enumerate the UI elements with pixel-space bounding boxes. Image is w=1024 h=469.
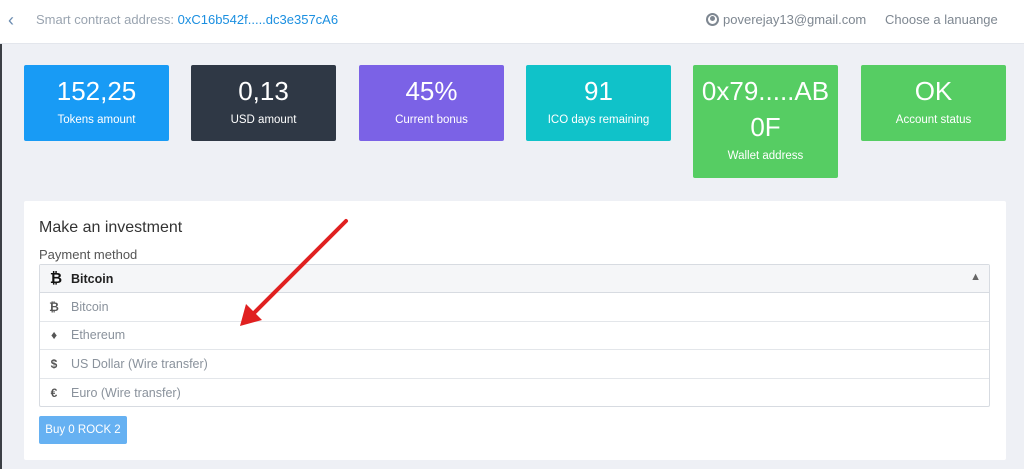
stat-label: Account status: [895, 114, 972, 126]
stat-label: Current bonus: [395, 114, 468, 126]
stat-label: Tokens amount: [57, 114, 136, 126]
option-label: US Dollar (Wire transfer): [71, 356, 208, 371]
payment-method-label: Payment method: [39, 247, 138, 262]
stat-card-usd: 0,13 USD amount: [191, 65, 336, 141]
stat-value: 45%: [405, 76, 458, 106]
language-selector[interactable]: Choose a lanuange: [885, 12, 998, 27]
stat-value: 152,25: [56, 76, 137, 106]
buy-button[interactable]: Buy 0 ROCK 2: [39, 416, 127, 444]
option-euro[interactable]: € Euro (Wire transfer): [40, 379, 989, 408]
chevron-left-icon[interactable]: ‹: [8, 11, 22, 29]
dollar-icon: $: [50, 356, 58, 371]
option-label: Ethereum: [71, 328, 126, 343]
option-bitcoin[interactable]: ₿ Bitcoin: [40, 293, 989, 322]
stat-label: ICO days remaining: [547, 114, 650, 126]
chevron-up-icon[interactable]: ▲: [970, 271, 981, 283]
option-us-dollar[interactable]: $ US Dollar (Wire transfer): [40, 350, 989, 379]
user-icon: [706, 13, 719, 26]
user-account[interactable]: poverejay13@gmail.com: [706, 12, 866, 27]
stat-value: 91: [584, 76, 613, 106]
stat-card-account-status: OK Account status: [861, 65, 1006, 141]
user-email: poverejay13@gmail.com: [723, 12, 867, 27]
bitcoin-icon: ₿: [49, 270, 63, 287]
stat-label: Wallet address: [727, 150, 804, 162]
contract-address: Smart contract address: 0xC16b542f.....d…: [36, 12, 338, 27]
stat-value: 0x79.....AB0F: [701, 76, 830, 142]
option-label: Bitcoin: [71, 299, 109, 314]
selected-label: Bitcoin: [71, 271, 114, 286]
left-edge-border: [0, 44, 2, 469]
option-ethereum[interactable]: ♦ Ethereum: [40, 322, 989, 350]
stat-card-ico-days: 91 ICO days remaining: [526, 65, 671, 141]
stat-card-bonus: 45% Current bonus: [359, 65, 504, 141]
contract-label: Smart contract address:: [36, 12, 178, 27]
euro-icon: €: [50, 385, 58, 400]
stat-label: USD amount: [230, 114, 297, 126]
payment-method-select[interactable]: ₿ Bitcoin ▲ ₿ Bitcoin ♦ Ethereum $ US Do…: [39, 264, 990, 407]
stat-value: OK: [914, 76, 953, 106]
option-label: Euro (Wire transfer): [71, 385, 181, 400]
stat-value: 0,13: [238, 76, 289, 106]
contract-address-link[interactable]: 0xC16b542f.....dc3e357cA6: [178, 12, 338, 27]
bitcoin-icon: ₿: [49, 299, 59, 314]
payment-method-selected[interactable]: ₿ Bitcoin ▲: [40, 265, 989, 293]
stat-card-wallet: 0x79.....AB0F Wallet address: [693, 65, 838, 178]
investment-panel: Make an investment Payment method ₿ Bitc…: [24, 201, 1006, 460]
panel-title: Make an investment: [39, 219, 183, 236]
top-bar: ‹ Smart contract address: 0xC16b542f....…: [0, 0, 1024, 44]
ethereum-icon: ♦: [50, 328, 58, 343]
stat-card-tokens: 152,25 Tokens amount: [24, 65, 169, 141]
